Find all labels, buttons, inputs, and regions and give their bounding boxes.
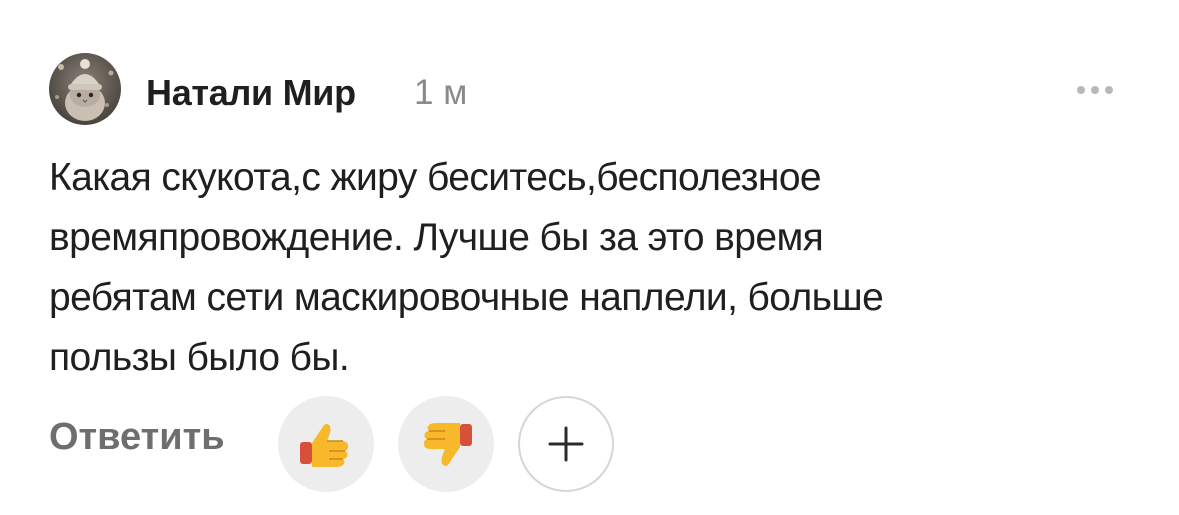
- thumbs-up-icon: [300, 424, 349, 467]
- dot: [1105, 86, 1113, 94]
- reply-button[interactable]: Ответить: [49, 416, 225, 459]
- comment-time: 1 м: [414, 73, 468, 112]
- comment-card: Натали Мир 1 м Какая скукота,с жиру беси…: [0, 0, 1179, 515]
- dot: [1077, 86, 1085, 94]
- comment-text: Какая скукота,с жиру беситесь,бесполезно…: [49, 148, 1049, 388]
- comment-text-line: Какая скукота,с жиру беситесь,бесполезно…: [49, 156, 822, 199]
- author-name[interactable]: Натали Мир: [146, 72, 356, 114]
- avatar[interactable]: [49, 53, 121, 125]
- thumbs-up-reaction-button[interactable]: [278, 396, 374, 492]
- more-dots-icon[interactable]: [1068, 78, 1122, 102]
- comment-text-line: времяпровождение. Лучше бы за это время: [49, 216, 824, 259]
- comment-text-line: ребятам сети маскировочные наплели, боль…: [49, 276, 884, 319]
- plus-icon: [548, 426, 584, 462]
- dot: [1091, 86, 1099, 94]
- comment-text-line: пользы было бы.: [49, 336, 350, 379]
- avatar-image: [49, 53, 121, 125]
- thumbs-down-reaction-button[interactable]: [398, 396, 494, 492]
- add-reaction-button[interactable]: [518, 396, 614, 492]
- thumbs-down-icon: [423, 423, 472, 466]
